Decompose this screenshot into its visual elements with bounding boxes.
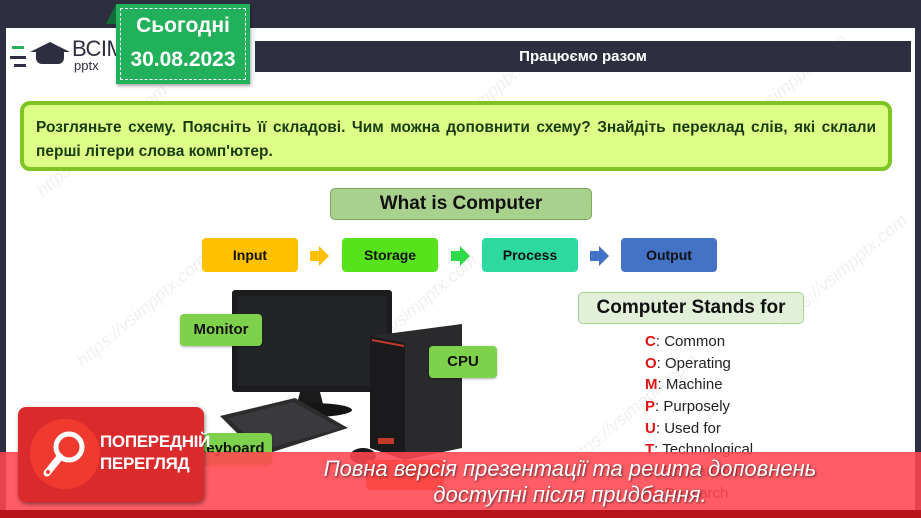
flow-step-process: Process [482, 238, 578, 272]
flow-step-output: Output [621, 238, 717, 272]
logo-speed-line [12, 46, 24, 49]
graduation-cap-icon [30, 42, 70, 52]
site-logo[interactable]: ВСІМ pptx [8, 36, 125, 76]
preview-circle [30, 419, 100, 489]
badge-fold [106, 4, 116, 24]
logo-speed-line [14, 64, 26, 67]
logo-sub-text: pptx [74, 58, 99, 73]
flow-step-storage: Storage [342, 238, 438, 272]
list-item: P: Purposely [645, 398, 731, 416]
magnifier-icon [43, 431, 85, 477]
list-item: C: Common [645, 333, 726, 350]
slide-title: Працюємо разом [255, 41, 911, 72]
date-value: 30.08.2023 [130, 48, 236, 71]
preview-banner-edge [0, 510, 921, 518]
label-cpu: CPU [429, 346, 497, 378]
preview-banner-text: Повна версія презентації та решта доповн… [323, 456, 817, 507]
diagram-title: What is Computer [330, 188, 592, 220]
list-item: M: Machine [645, 376, 723, 394]
label-monitor: Monitor [180, 314, 262, 346]
list-item: U: Used for [645, 419, 721, 437]
date-badge: Сьогодні 30.08.2023 [106, 4, 250, 84]
list-item: O: Operating [645, 354, 731, 372]
logo-speed-line [10, 56, 26, 59]
task-instructions: Розгляньте схему. Поясніть її складові. … [20, 101, 892, 171]
stands-for-title: Computer Stands for [578, 292, 804, 324]
flow-step-input: Input [202, 238, 298, 272]
date-label: Сьогодні [136, 14, 230, 37]
preview-badge-text: ПОПЕРЕДНІЙ ПЕРЕГЛЯД [100, 432, 211, 473]
graduation-cap-icon [36, 52, 64, 64]
preview-badge[interactable]: ПОПЕРЕДНІЙ ПЕРЕГЛЯД [18, 407, 210, 502]
